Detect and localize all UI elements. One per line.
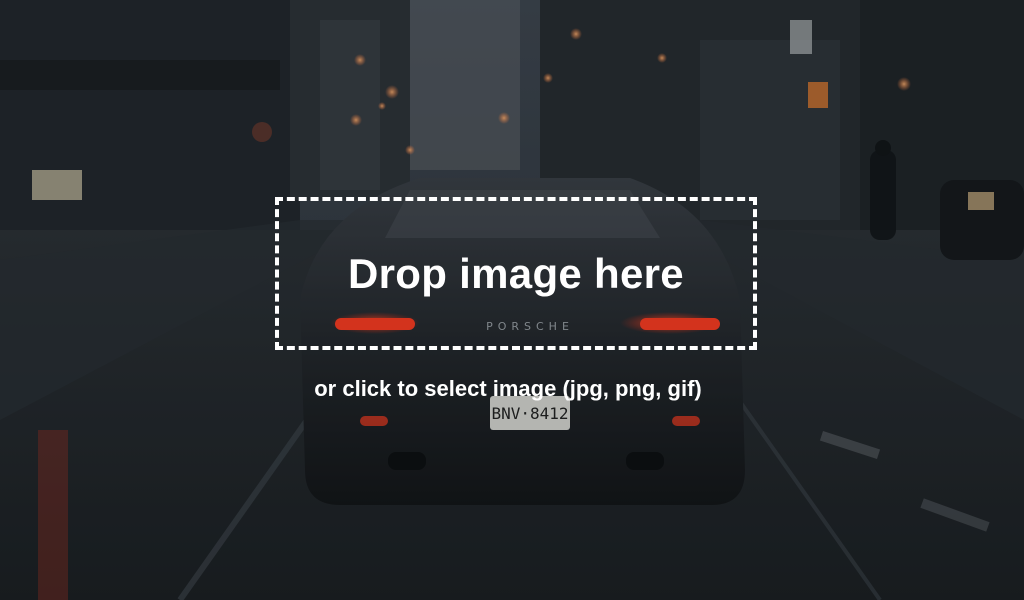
image-drop-zone[interactable]: PORSCHE BNV·8412 Drop image here or clic… [0, 0, 1024, 600]
